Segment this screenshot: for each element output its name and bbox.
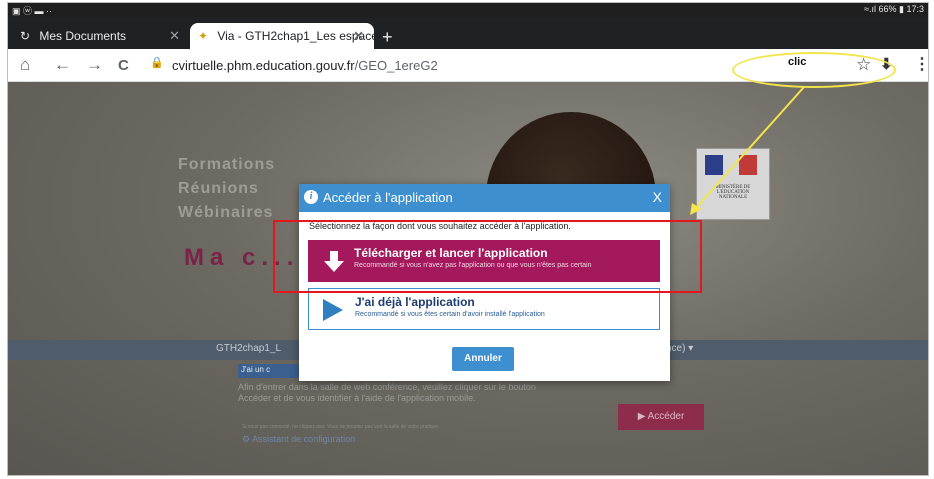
screenshot-frame: ▣ ⓦ ▬ ·· ≈.ıl 66% ▮ 17:3 ↻ Mes Documents… [7, 2, 929, 476]
yellow-arrow-annotation [690, 86, 805, 215]
